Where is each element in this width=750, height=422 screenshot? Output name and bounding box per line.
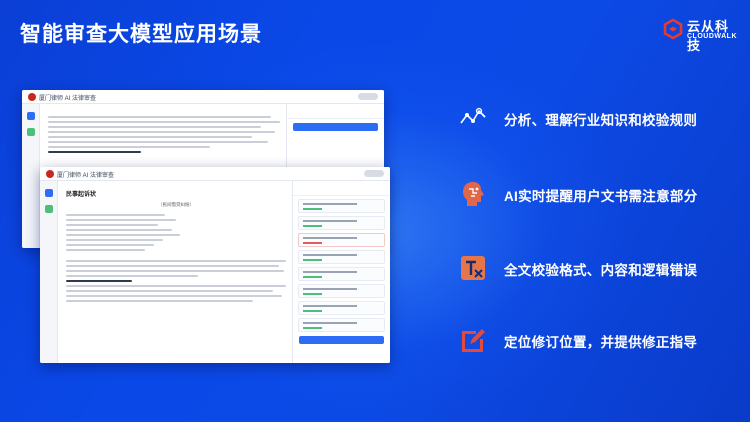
review-tabs-front: ​ ​ ​ — [293, 181, 390, 196]
feature-item-1: 分析、理解行业知识和校验规则 — [458, 101, 748, 135]
document-body-front: 民事起诉状 （民间借贷纠纷） — [66, 189, 286, 305]
feature-item-4: 定位修订位置，并提供修正指导 — [458, 323, 748, 357]
apply-fix-button[interactable] — [299, 336, 384, 344]
slide: 智能审查大模型应用场景 云从科技 CLOUDWALK 厦门律师 AI 法律审查 … — [0, 0, 750, 422]
feature-text-4: 定位修订位置，并提供修正指导 — [504, 335, 698, 350]
screenshot-front: 厦门律师 AI 法律审查 民事起诉状 （民间借贷纠纷） ​ ​ ​ — [40, 167, 390, 363]
review-item[interactable] — [298, 250, 385, 264]
review-panel-front: ​ ​ ​ — [292, 181, 390, 363]
user-avatar[interactable] — [358, 93, 378, 100]
doc-title: 民事起诉状 — [66, 192, 97, 198]
review-item[interactable] — [298, 284, 385, 298]
feature-item-3: 全文校验格式、内容和逻辑错误 — [458, 251, 748, 285]
analysis-icon — [460, 107, 486, 124]
app-title: 厦门律师 AI 法律审查 — [39, 96, 97, 102]
nav-review-icon[interactable] — [26, 112, 35, 120]
app-header-front: 厦门律师 AI 法律审查 — [40, 167, 390, 181]
review-item[interactable] — [298, 199, 385, 213]
feature-item-2: AI实时提醒用户文书需注意部分 — [458, 177, 748, 211]
cloudwalk-logo-icon — [663, 18, 683, 40]
review-item[interactable] — [298, 301, 385, 315]
logo-name-en: CLOUDWALK — [687, 33, 737, 40]
doc-subtitle: （民间借贷纠纷） — [158, 202, 194, 207]
nav-review-icon-front[interactable] — [44, 189, 53, 197]
start-review-button[interactable] — [293, 123, 378, 131]
emblem-icon-front — [46, 170, 54, 178]
page-title: 智能审查大模型应用场景 — [20, 23, 262, 46]
review-item[interactable] — [298, 267, 385, 281]
app-header: 厦门律师 AI 法律审查 — [22, 90, 384, 104]
feature-text-1: 分析、理解行业知识和校验规则 — [504, 113, 698, 128]
document-body — [48, 116, 280, 156]
sidebar — [22, 104, 40, 248]
nav-docs-icon-front[interactable] — [44, 205, 53, 213]
feature-text-3: 全文校验格式、内容和逻辑错误 — [504, 263, 698, 278]
user-avatar-front[interactable] — [364, 170, 384, 177]
edit-locate-icon — [462, 329, 485, 352]
feature-text-2: AI实时提醒用户文书需注意部分 — [504, 189, 698, 204]
nav-docs-icon[interactable] — [26, 128, 35, 136]
sidebar-front — [40, 181, 58, 363]
company-logo: 云从科技 CLOUDWALK — [662, 14, 742, 53]
review-item[interactable] — [298, 318, 385, 332]
emblem-icon — [28, 93, 36, 101]
review-tabs: ​ ​ ​ — [287, 104, 384, 119]
review-item[interactable] — [298, 233, 385, 247]
proofread-icon — [461, 256, 485, 280]
ai-alert-icon — [463, 182, 484, 206]
review-item[interactable] — [298, 216, 385, 230]
app-title-front: 厦门律师 AI 法律审查 — [57, 173, 115, 179]
